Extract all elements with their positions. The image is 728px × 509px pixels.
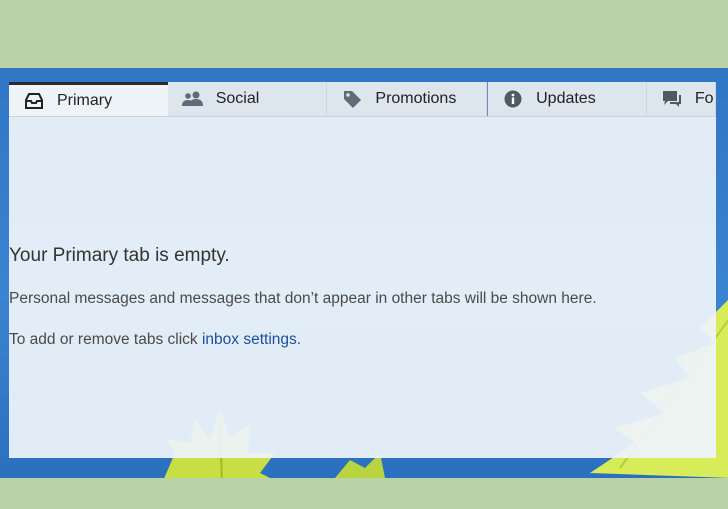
settings-hint-suffix: . — [296, 331, 302, 348]
settings-hint-prefix: To add or remove tabs click — [9, 331, 202, 348]
tab-updates[interactable]: Updates — [487, 82, 647, 116]
info-icon — [502, 88, 524, 110]
settings-hint: To add or remove tabs click inbox settin… — [9, 331, 301, 349]
tab-label-forums: Fo — [694, 90, 714, 107]
category-tabs: Primary Social Promotions Updates Fo — [9, 82, 716, 117]
tab-label-promotions: Promotions — [375, 90, 457, 107]
empty-state-title: Your Primary tab is empty. — [9, 245, 230, 266]
tab-promotions[interactable]: Promotions — [327, 82, 488, 116]
tab-label-primary: Primary — [57, 91, 113, 109]
inbox-tray-icon — [23, 90, 45, 112]
tab-social[interactable]: Social — [167, 82, 328, 116]
inbox-panel: Primary Social Promotions Updates Fo You… — [9, 82, 716, 458]
tab-primary[interactable]: Primary — [9, 82, 168, 116]
empty-state-description: Personal messages and messages that don’… — [9, 290, 597, 307]
tab-forums[interactable]: Fo — [646, 82, 716, 116]
people-icon — [181, 88, 204, 110]
tag-icon — [341, 88, 363, 110]
tab-label-updates: Updates — [536, 90, 596, 107]
desktop-screen: Primary Social Promotions Updates Fo You… — [0, 68, 728, 478]
forum-chat-icon — [661, 88, 683, 110]
inbox-settings-link[interactable]: inbox settings — [202, 331, 297, 348]
tab-label-social: Social — [215, 90, 260, 107]
